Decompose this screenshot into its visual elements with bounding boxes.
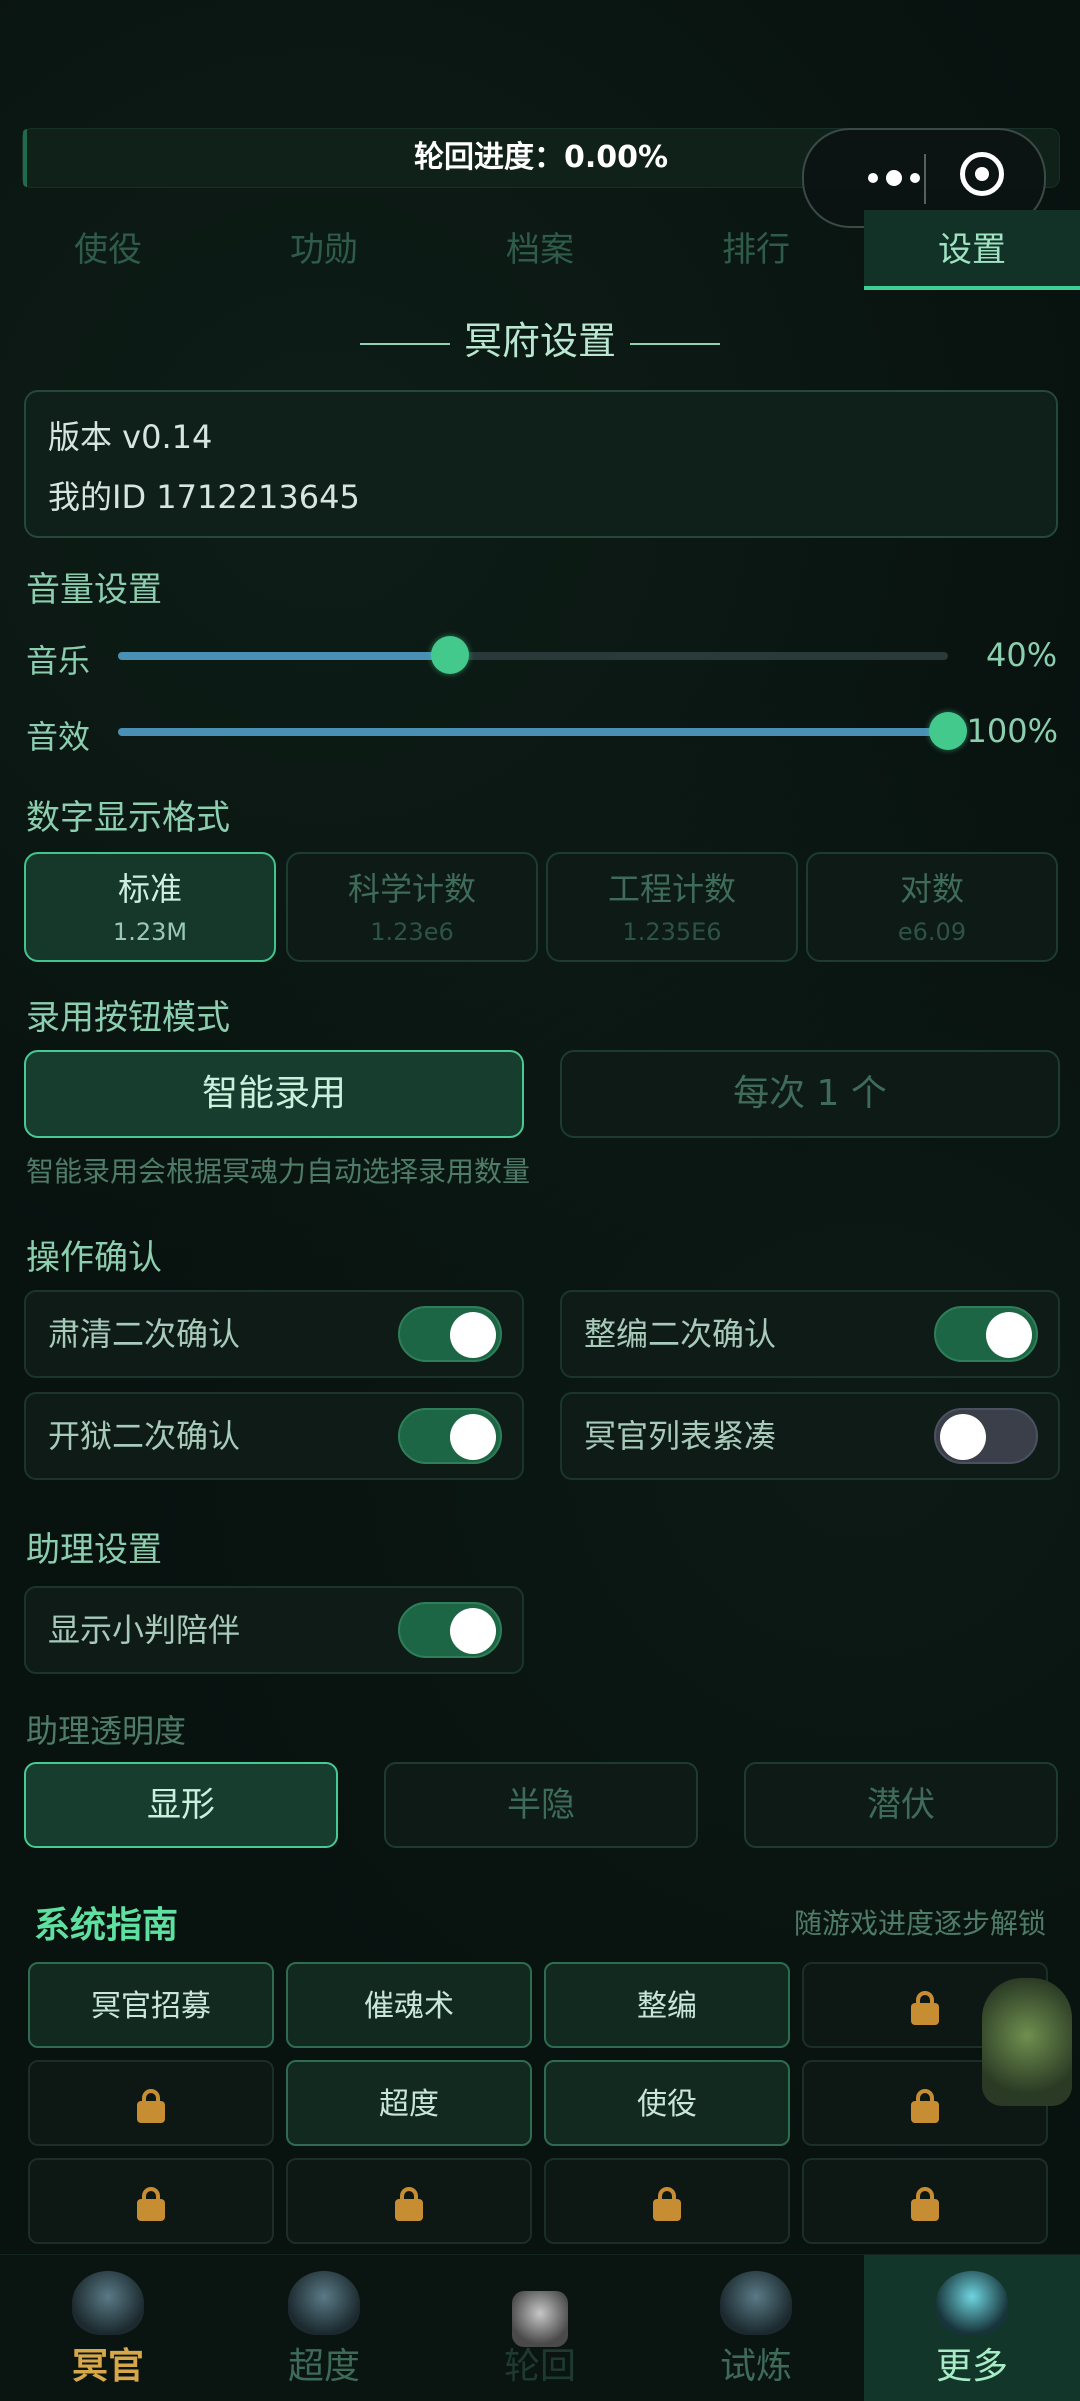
version-text: 版本 v0.14 — [48, 418, 213, 456]
reorg-confirm-toggle[interactable] — [934, 1306, 1038, 1362]
format-engineering-button[interactable]: 工程计数 1.235E6 — [546, 852, 798, 962]
guide-item-locked — [802, 2158, 1048, 2244]
sfx-label: 音效 — [26, 718, 91, 756]
opacity-title: 助理透明度 — [26, 1712, 187, 1750]
nav-label: 更多 — [935, 2346, 1008, 2387]
lock-icon — [911, 2088, 939, 2123]
close-target-icon[interactable] — [960, 152, 1004, 196]
sfx-slider-fill — [118, 728, 948, 736]
toggle-label: 肃清二次确认 — [48, 1315, 241, 1353]
nav-item-salvation[interactable]: 超度 — [216, 2255, 432, 2401]
page-title-text: 冥府设置 — [463, 319, 616, 363]
lock-icon — [911, 1990, 939, 2025]
format-scientific-button[interactable]: 科学计数 1.23e6 — [286, 852, 538, 962]
toggle-row-companion: 显示小判陪伴 — [24, 1586, 524, 1674]
spirit-icon — [936, 2271, 1008, 2335]
confirm-title: 操作确认 — [26, 1238, 162, 1278]
guide-item-servitude[interactable]: 使役 — [544, 2060, 790, 2146]
format-sample: 1.23M — [112, 918, 188, 946]
tab-shiyi[interactable]: 使役 — [0, 210, 216, 290]
nav-label: 超度 — [287, 2346, 360, 2387]
guide-item-locked — [286, 2158, 532, 2244]
assistant-mascot-icon[interactable] — [982, 1978, 1072, 2106]
nav-label: 冥官 — [71, 2346, 144, 2387]
sfx-percent: 100% — [966, 712, 1058, 750]
format-name: 标准 — [117, 870, 182, 908]
guide-item-reorganize[interactable]: 整编 — [544, 1962, 790, 2048]
nav-item-more[interactable]: 更多 — [864, 2255, 1080, 2401]
bottom-nav: 冥官 超度 轮回 试炼 更多 — [0, 2254, 1080, 2401]
format-sample: e6.09 — [897, 918, 967, 946]
lock-icon — [653, 2186, 681, 2221]
assistant-title: 助理设置 — [26, 1530, 162, 1570]
tab-dangan[interactable]: 档案 — [432, 210, 648, 290]
format-sample: 1.235E6 — [622, 918, 722, 946]
opacity-hidden-button[interactable]: 潜伏 — [744, 1762, 1058, 1848]
prison-confirm-toggle[interactable] — [398, 1408, 502, 1464]
opacity-half-button[interactable]: 半隐 — [384, 1762, 698, 1848]
music-percent: 40% — [986, 636, 1058, 674]
format-name: 科学计数 — [347, 870, 476, 908]
compact-list-toggle[interactable] — [934, 1408, 1038, 1464]
tab-paihang[interactable]: 排行 — [648, 210, 864, 290]
hire-one-button[interactable]: 每次 1 个 — [560, 1050, 1060, 1138]
volume-title: 音量设置 — [26, 570, 162, 610]
format-name: 对数 — [899, 870, 964, 908]
nav-label: 轮回 — [503, 2346, 576, 2387]
number-format-title: 数字显示格式 — [26, 798, 230, 838]
ghost-icon — [72, 2271, 144, 2335]
guide-item-locked — [28, 2060, 274, 2146]
lock-icon — [395, 2186, 423, 2221]
capsule-divider — [924, 154, 926, 204]
format-standard-button[interactable]: 标准 1.23M — [24, 852, 276, 962]
nav-label: 试炼 — [719, 2346, 792, 2387]
lock-icon — [137, 2088, 165, 2123]
guide-item-locked — [28, 2158, 274, 2244]
tab-gongxun[interactable]: 功勋 — [216, 210, 432, 290]
guide-title: 系统指南 — [34, 1905, 179, 1946]
companion-toggle[interactable] — [398, 1602, 502, 1658]
lantern-icon — [288, 2271, 360, 2335]
guide-item-recruit[interactable]: 冥官招募 — [28, 1962, 274, 2048]
top-tabs: 使役 功勋 档案 排行 设置 — [0, 210, 1080, 290]
nav-item-trial[interactable]: 试炼 — [648, 2255, 864, 2401]
info-card: 版本 v0.14 我的ID 1712213645 — [24, 390, 1058, 538]
toggle-label: 整编二次确认 — [584, 1315, 777, 1353]
toggle-row-prison-confirm: 开狱二次确认 — [24, 1392, 524, 1480]
page-title: 冥府设置 — [0, 310, 1080, 365]
lock-icon — [137, 2186, 165, 2221]
toggle-label: 开狱二次确认 — [48, 1417, 241, 1455]
opacity-visible-button[interactable]: 显形 — [24, 1762, 338, 1848]
nav-item-reincarnation[interactable]: 轮回 — [432, 2255, 648, 2401]
toggle-label: 冥官列表紧凑 — [584, 1417, 777, 1455]
format-name: 工程计数 — [607, 870, 736, 908]
toggle-row-compact-list: 冥官列表紧凑 — [560, 1392, 1060, 1480]
nav-item-officials[interactable]: 冥官 — [0, 2255, 216, 2401]
format-log-button[interactable]: 对数 e6.09 — [806, 852, 1058, 962]
user-id-text: 我的ID 1712213645 — [48, 478, 360, 516]
flame-icon — [720, 2271, 792, 2335]
music-slider[interactable] — [118, 636, 948, 674]
format-sample: 1.23e6 — [370, 918, 454, 946]
music-label: 音乐 — [26, 642, 91, 680]
tab-settings[interactable]: 设置 — [864, 210, 1080, 290]
toggle-label: 显示小判陪伴 — [48, 1611, 241, 1649]
music-slider-fill — [118, 652, 450, 660]
lock-icon — [911, 2186, 939, 2221]
guide-item-hypnosis[interactable]: 催魂术 — [286, 1962, 532, 2048]
music-slider-knob[interactable] — [431, 636, 469, 674]
smart-hire-button[interactable]: 智能录用 — [24, 1050, 524, 1138]
guide-subtitle: 随游戏进度逐步解锁 — [793, 1907, 1046, 1940]
toggle-row-purge-confirm: 肃清二次确认 — [24, 1290, 524, 1378]
purge-confirm-toggle[interactable] — [398, 1306, 502, 1362]
guide-item-salvation[interactable]: 超度 — [286, 2060, 532, 2146]
sfx-slider[interactable] — [118, 712, 967, 750]
guide-item-locked — [544, 2158, 790, 2244]
toggle-row-reorg-confirm: 整编二次确认 — [560, 1290, 1060, 1378]
hire-mode-hint: 智能录用会根据冥魂力自动选择录用数量 — [26, 1155, 531, 1188]
hire-mode-title: 录用按钮模式 — [26, 998, 230, 1038]
